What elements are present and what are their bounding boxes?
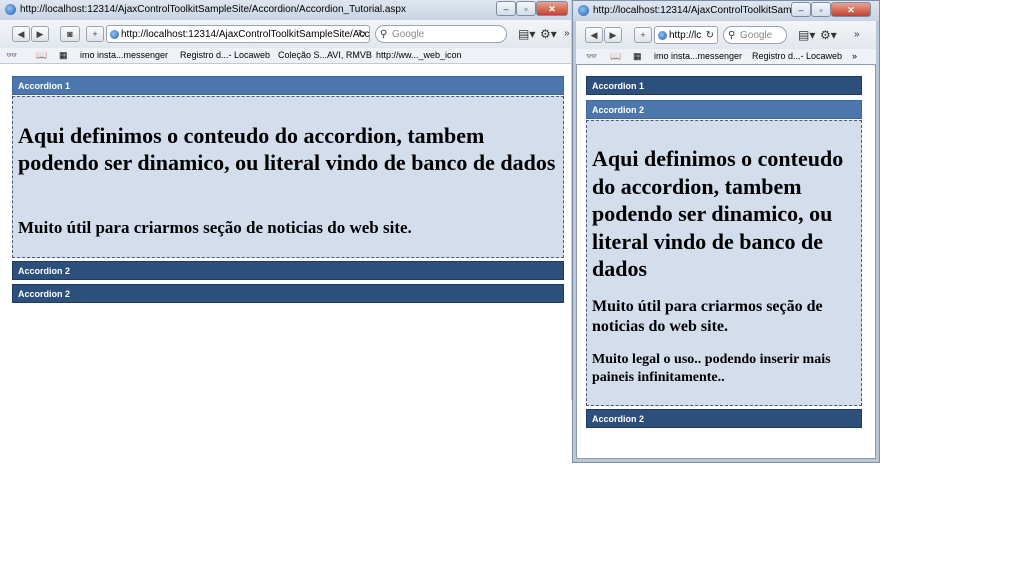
bookmarks-bar: 👓 📖 ▦ imo insta...messenger Registro d..… [0,48,571,64]
browser-window-main: http://localhost:12314/AjaxControlToolki… [0,0,572,400]
minimize-button[interactable]: – [791,2,811,17]
pane-subheading: Muito útil para criarmos seção de notici… [592,298,823,335]
minimize-button[interactable]: – [496,1,516,16]
pane-heading: Aqui definimos o conteudo do accordion, … [592,146,844,281]
bookmark-item[interactable]: imo insta...messenger [654,49,742,64]
settings-gear-icon[interactable]: ⚙▾ [820,26,837,44]
browser-logo-icon [578,5,589,16]
book-icon[interactable]: 📖 [610,49,621,64]
page-content: Accordion 1 Aqui definimos o conteudo do… [0,64,571,400]
search-placeholder: Google [740,30,773,41]
accordion-header[interactable]: Accordion 1 [12,76,564,95]
search-field[interactable]: ⚲ Google [375,25,507,43]
search-placeholder: Google [392,29,425,40]
close-button[interactable]: ✕ [831,2,871,17]
overflow-chevron-icon[interactable]: » [852,49,857,64]
window-title: http://localhost:12314/AjaxControlToolki… [20,4,406,15]
browser-window-narrow: http://localhost:12314/AjaxControlToolki… [572,0,880,463]
pane-note: Muito legal o uso.. podendo inserir mais… [592,352,831,385]
forward-button[interactable]: ▶ [604,27,622,43]
accordion-header[interactable]: Accordion 1 [586,76,862,95]
search-icon: ⚲ [380,29,388,40]
accordion-header[interactable]: Accordion 2 [586,409,862,428]
close-button[interactable]: ✕ [536,1,568,16]
back-button[interactable]: ◀ [585,27,603,43]
accordion-pane: Aqui definimos o conteudo do accordion, … [586,120,862,406]
address-bar[interactable]: http://lc ↻ [654,26,718,44]
accordion-header[interactable]: Accordion 2 [586,100,862,119]
reader-icon[interactable]: 👓 [586,49,597,64]
browser-logo-icon [5,4,16,15]
accordion-header[interactable]: Accordion 2 [12,261,564,280]
bookmarks-bar: 👓 📖 ▦ imo insta...messenger Registro d..… [576,49,876,65]
grid-icon[interactable]: ▦ [633,49,642,64]
pane-heading: Aqui definimos o conteudo do accordion, … [18,123,556,175]
reload-icon[interactable]: ↻ [358,26,366,42]
bookmark-item[interactable]: http://ww..._web_icon [376,48,462,63]
forward-button[interactable]: ▶ [31,26,49,42]
screenshot-button[interactable]: ◙ [60,26,80,42]
address-text: http://localhost:12314/AjaxControlToolki… [121,29,370,40]
globe-icon [658,31,667,40]
add-bookmark-button[interactable]: + [634,27,652,43]
search-field[interactable]: ⚲ Google [723,26,787,44]
overflow-chevron-icon[interactable]: » [564,25,570,43]
accordion-header[interactable]: Accordion 2 [12,284,564,303]
accordion-pane: Aqui definimos o conteudo do accordion, … [12,96,564,258]
bookmark-item[interactable]: Registro d...- Locaweb [180,48,270,63]
bookmark-item[interactable]: Registro d...- Locaweb [752,49,842,64]
search-icon: ⚲ [728,30,736,41]
bookmark-item[interactable]: Coleção S...AVI, RMVB [278,48,372,63]
maximize-button[interactable]: ▫ [811,2,831,17]
page-content: Accordion 1 Accordion 2 Aqui definimos o… [577,65,875,458]
page-menu-icon[interactable]: ▤▾ [798,26,815,44]
address-bar[interactable]: http://localhost:12314/AjaxControlToolki… [106,25,370,43]
bookmark-item[interactable]: imo insta...messenger [80,48,168,63]
reader-icon[interactable]: 👓 [6,48,17,63]
pane-subheading: Muito útil para criarmos seção de notici… [18,218,412,237]
add-bookmark-button[interactable]: + [86,26,104,42]
back-button[interactable]: ◀ [12,26,30,42]
maximize-button[interactable]: ▫ [516,1,536,16]
overflow-chevron-icon[interactable]: » [854,26,860,44]
book-icon[interactable]: 📖 [36,48,47,63]
title-bar: http://localhost:12314/AjaxControlToolki… [0,0,571,20]
reload-icon[interactable]: ↻ [706,27,714,43]
grid-icon[interactable]: ▦ [59,48,68,63]
title-bar: http://localhost:12314/AjaxControlToolki… [573,1,879,21]
settings-gear-icon[interactable]: ⚙▾ [540,25,557,43]
page-menu-icon[interactable]: ▤▾ [518,25,535,43]
window-title: http://localhost:12314/AjaxControlToolki… [593,5,806,16]
navigation-toolbar: ◀ ▶ ◙ + http://localhost:12314/AjaxContr… [0,20,571,49]
address-text: http://lc [669,30,702,41]
globe-icon [110,30,119,39]
navigation-toolbar: ◀ ▶ + http://lc ↻ ⚲ Google ▤▾ ⚙▾ » [576,21,876,50]
